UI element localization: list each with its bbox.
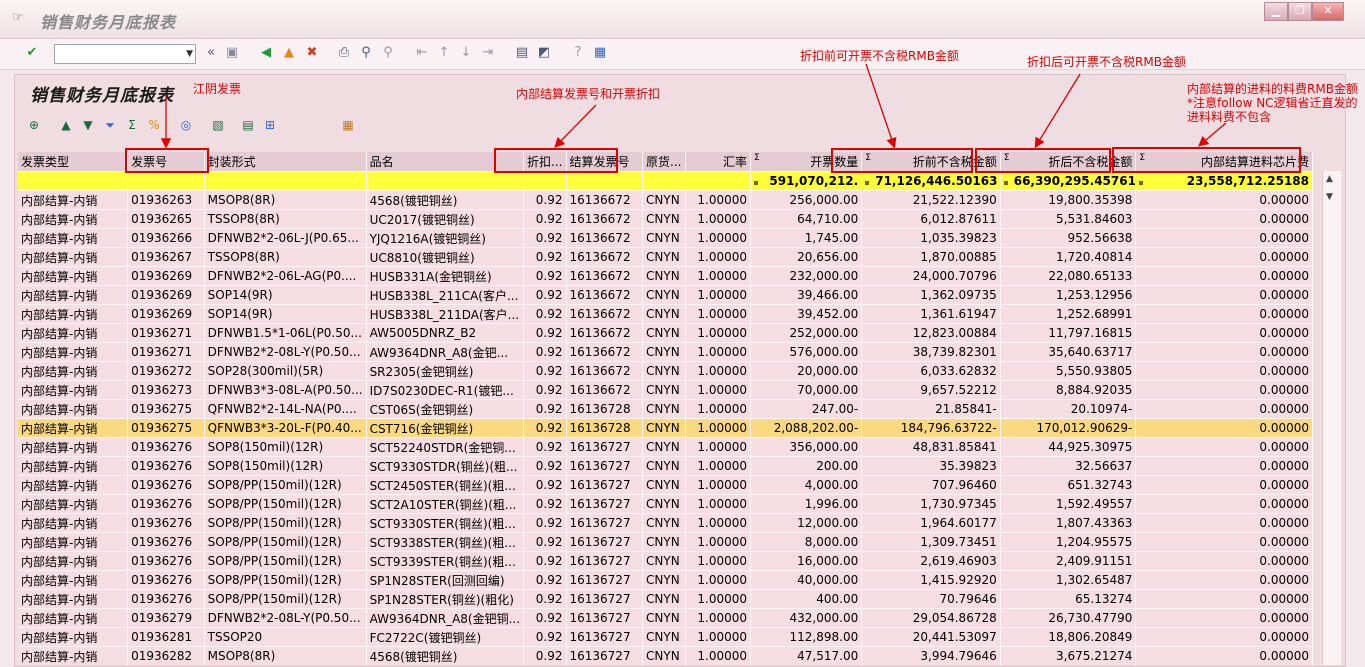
arrow-settle — [554, 104, 597, 148]
arrow-before — [865, 63, 897, 149]
arrow-after — [1034, 73, 1081, 149]
annotation-arrows — [160, 63, 1227, 149]
arrow-chip — [1198, 122, 1227, 147]
